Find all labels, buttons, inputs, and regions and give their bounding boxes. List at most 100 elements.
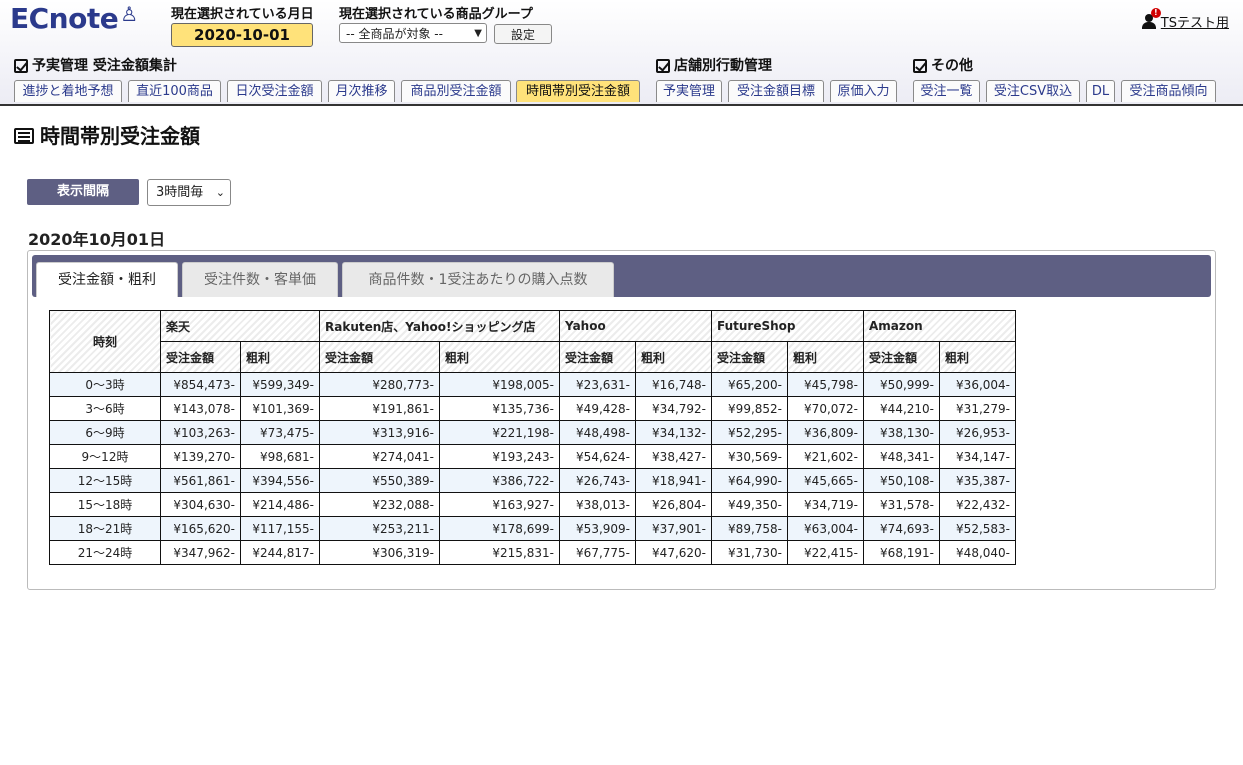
profit-cell: ¥52,583- [939,516,1016,541]
amount-cell: ¥54,624- [559,444,636,469]
profit-cell: ¥47,620- [635,540,712,565]
amount-cell: ¥26,743- [559,468,636,493]
profit-header: 粗利 [939,341,1016,373]
panel-tab-bar: 受注金額・粗利 受注件数・客単価 商品件数・1受注あたりの購入点数 [32,255,1211,297]
nav-tab-progress[interactable]: 進捗と着地予想 [14,80,122,102]
profit-cell: ¥394,556- [240,468,320,493]
time-cell: 6～9時 [49,420,161,445]
nav-tab-monthly[interactable]: 月次推移 [328,80,395,102]
page-title-text: 時間帯別受注金額 [40,124,200,148]
profit-cell: ¥98,681- [240,444,320,469]
table-row: 12～15時 ¥561,861- ¥394,556- ¥550,389- ¥386,72… [49,468,1016,493]
store-header: 楽天 [160,310,320,342]
amount-cell: ¥143,078- [160,396,241,421]
amount-cell: ¥38,013- [559,492,636,517]
profit-cell: ¥34,147- [939,444,1016,469]
store-header: Rakuten店、Yahoo!ショッピング店 [319,310,560,342]
results-panel: 受注金額・粗利 受注件数・客単価 商品件数・1受注あたりの購入点数 時刻 楽天 … [27,250,1216,590]
product-group-select[interactable]: -- 全商品が対象 -- ▼ [339,23,487,43]
profit-cell: ¥73,475- [240,420,320,445]
hourly-sales-table: 時刻 楽天 Rakuten店、Yahoo!ショッピング店 Yahoo Futur… [49,310,1016,565]
time-cell: 12～15時 [49,468,161,493]
amount-cell: ¥48,498- [559,420,636,445]
amount-header: 受注金額 [863,341,940,373]
time-cell: 0～3時 [49,372,161,397]
panel-tab-amount-profit[interactable]: 受注金額・粗利 [36,262,178,297]
amount-cell: ¥89,758- [711,516,788,541]
amount-cell: ¥50,108- [863,468,940,493]
table-row: 15～18時 ¥304,630- ¥214,486- ¥232,088- ¥163,92… [49,492,1016,517]
time-cell: 15～18時 [49,492,161,517]
nav-tab-by-product[interactable]: 商品別受注金額 [401,80,511,102]
amount-cell: ¥44,210- [863,396,940,421]
amount-cell: ¥74,693- [863,516,940,541]
table-body: 0～3時 ¥854,473- ¥599,349- ¥280,773- ¥198,005-… [49,372,1016,565]
section-title-label: 店舗別行動管理 [674,58,772,74]
amount-cell: ¥253,211- [319,516,440,541]
table-row: 0～3時 ¥854,473- ¥599,349- ¥280,773- ¥198,005-… [49,372,1016,397]
nav-tab-dl[interactable]: DL [1086,80,1115,102]
interval-select[interactable]: 3時間毎 ⌄ [147,179,231,206]
lamp-icon: ♙ [120,2,138,26]
profit-cell: ¥198,005- [439,372,560,397]
nav-tab-cost[interactable]: 原価入力 [830,80,897,102]
amount-cell: ¥31,730- [711,540,788,565]
profit-cell: ¥22,415- [787,540,864,565]
amount-cell: ¥64,990- [711,468,788,493]
profit-cell: ¥193,243- [439,444,560,469]
amount-cell: ¥50,999- [863,372,940,397]
amount-cell: ¥561,861- [160,468,241,493]
panel-tab-orders-unit-price[interactable]: 受注件数・客単価 [182,262,338,297]
nav-tab-budget[interactable]: 予実管理 [656,80,722,102]
app-header: ECnote ♙ 現在選択されている月日 現在選択されている商品グループ 2020… [0,0,1243,106]
profit-cell: ¥163,927- [439,492,560,517]
profit-cell: ¥214,486- [240,492,320,517]
amount-cell: ¥49,428- [559,396,636,421]
amount-cell: ¥30,569- [711,444,788,469]
amount-cell: ¥139,270- [160,444,241,469]
selected-month[interactable]: 2020-10-01 [171,23,313,47]
nav-tab-daily[interactable]: 日次受注金額 [227,80,322,102]
profit-cell: ¥16,748- [635,372,712,397]
user-name-link[interactable]: TSテスト用 [1161,16,1229,31]
user-menu[interactable]: ! TSテスト用 [1141,8,1229,31]
table-row: 9～12時 ¥139,270- ¥98,681- ¥274,041- ¥193,243-… [49,444,1016,469]
store-header: Amazon [863,310,1016,342]
amount-cell: ¥550,389- [319,468,440,493]
amount-cell: ¥38,130- [863,420,940,445]
date-label: 2020年10月01日 [28,230,166,249]
nav-tab-by-time[interactable]: 時間帯別受注金額 [516,80,640,102]
time-cell: 21～24時 [49,540,161,565]
interval-label: 表示間隔 [27,179,139,205]
nav-tab-csv-import[interactable]: 受注CSV取込 [986,80,1080,102]
ecnote-logo[interactable]: ECnote ♙ [10,2,138,35]
section-store-action[interactable]: 店舗別行動管理 [656,55,772,75]
nav-tab-trend[interactable]: 受注商品傾向 [1121,80,1216,102]
amount-cell: ¥48,341- [863,444,940,469]
profit-header: 粗利 [635,341,712,373]
profit-cell: ¥101,369- [240,396,320,421]
nav-tab-target[interactable]: 受注金額目標 [728,80,824,102]
profit-cell: ¥35,387- [939,468,1016,493]
section-sales-management[interactable]: 予実管理 受注金額集計 [14,55,177,75]
profit-cell: ¥244,817- [240,540,320,565]
checkbox-icon [913,59,927,73]
profit-cell: ¥37,901- [635,516,712,541]
profit-cell: ¥26,804- [635,492,712,517]
time-header: 時刻 [49,310,161,373]
table-row: 3～6時 ¥143,078- ¥101,369- ¥191,861- ¥135,736-… [49,396,1016,421]
amount-cell: ¥23,631- [559,372,636,397]
profit-cell: ¥215,831- [439,540,560,565]
section-other[interactable]: その他 [913,55,973,75]
panel-tab-items-per-order[interactable]: 商品件数・1受注あたりの購入点数 [342,262,614,297]
store-header: Yahoo [559,310,712,342]
nav-tab-recent100[interactable]: 直近100商品 [128,80,221,102]
amount-cell: ¥103,263- [160,420,241,445]
profit-cell: ¥70,072- [787,396,864,421]
amount-cell: ¥313,916- [319,420,440,445]
amount-header: 受注金額 [319,341,440,373]
set-button[interactable]: 設定 [494,24,552,44]
profit-cell: ¥36,809- [787,420,864,445]
profit-cell: ¥178,699- [439,516,560,541]
nav-tab-order-list[interactable]: 受注一覧 [913,80,980,102]
